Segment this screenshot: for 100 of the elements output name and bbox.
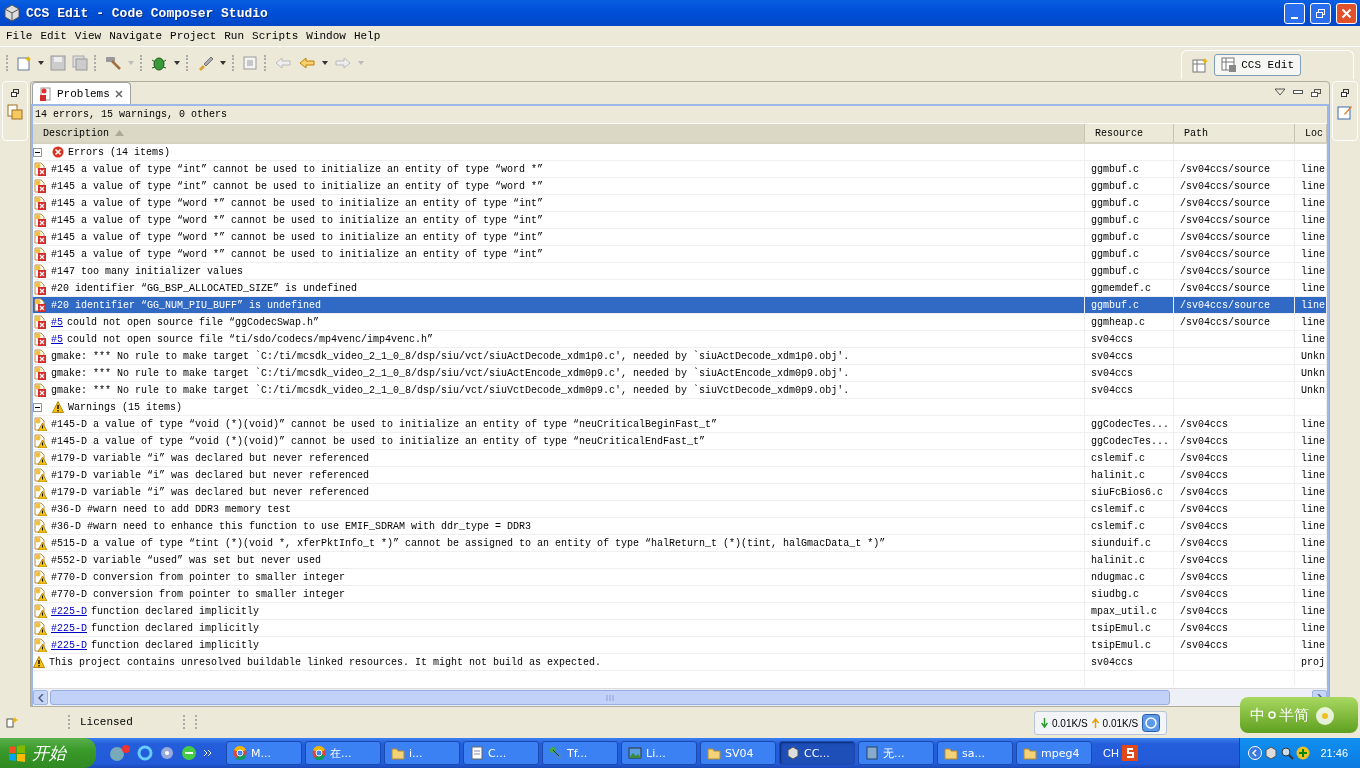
- taskbar-button[interactable]: Li...: [621, 741, 697, 765]
- problem-row[interactable]: #145-D a value of type “void (*)(void)” cannot be used to initialize an entity of type “neuCriticalEndFast_t” ggCodecTes... /sv04ccs line: [33, 433, 1327, 450]
- problem-row[interactable]: #225-D function declared implicitly tsipEmul.c /sv04ccs line: [33, 620, 1327, 637]
- more-icon[interactable]: [203, 748, 213, 758]
- globe-icon[interactable]: [1142, 714, 1161, 732]
- dropdown-icon[interactable]: [38, 61, 44, 65]
- problem-row[interactable]: #147 too many initializer values ggmbuf.c /sv04ccs/source line: [33, 263, 1327, 280]
- problem-row[interactable]: #225-D function declared implicitly tsipEmul.c /sv04ccs line: [33, 637, 1327, 654]
- download-arrow-icon: [1041, 718, 1048, 728]
- restore-icon[interactable]: [10, 88, 20, 98]
- menu-item[interactable]: Scripts: [248, 30, 303, 42]
- problem-row[interactable]: #145 a value of type “int” cannot be used to initialize an entity of type “word *” ggmbuf.c /sv04ccs/source line: [33, 161, 1327, 178]
- taskbar-button[interactable]: mpeg4: [1016, 741, 1092, 765]
- perspective-button[interactable]: CCS Edit: [1214, 54, 1301, 76]
- column-header[interactable]: Description: [33, 124, 1085, 142]
- problem-row[interactable]: #20 identifier “GG_NUM_PIU_BUFF” is undefined ggmbuf.c /sv04ccs/source line: [33, 297, 1327, 314]
- problem-row[interactable]: #179-D variable “i” was declared but never referenced cslemif.c /sv04ccs line: [33, 450, 1327, 467]
- status-text: Licensed: [80, 716, 133, 728]
- problem-row[interactable]: #770-D conversion from pointer to smaller integer ndugmac.c /sv04ccs line: [33, 569, 1327, 586]
- taskbar-button[interactable]: 无...: [858, 741, 934, 765]
- view-menu-icon[interactable]: [1275, 88, 1285, 96]
- taskbar-button[interactable]: sa...: [937, 741, 1013, 765]
- ime-logo-icon[interactable]: [1121, 745, 1138, 761]
- problem-row[interactable]: #552-D variable “used” was set but never used halinit.c /sv04ccs line: [33, 552, 1327, 569]
- horizontal-scrollbar[interactable]: [33, 688, 1327, 706]
- taskbar-button[interactable]: CC...: [779, 741, 855, 765]
- menu-item[interactable]: Project: [166, 30, 221, 42]
- problem-row[interactable]: gmake: *** No rule to make target `C:/ti/mcsdk_video_2_1_0_8/dsp/siu/vct/siuActDecode_xdm1p0.c', needed by `siuActDecode_xdm1p0.obj'. sv04ccs Unkn: [33, 348, 1327, 365]
- restore-icon[interactable]: [1340, 88, 1350, 98]
- problem-row[interactable]: #5 could not open source file “ggCodecSwap.h” ggmheap.c /sv04ccs/source line: [33, 314, 1327, 331]
- group-label[interactable]: Warnings (15 items): [68, 401, 183, 413]
- problem-row[interactable]: #145 a value of type “word *” cannot be used to initialize an entity of type “int” ggmbuf.c /sv04ccs/source line: [33, 229, 1327, 246]
- taskbar-button[interactable]: Tf...: [542, 741, 618, 765]
- problem-row[interactable]: #145 a value of type “word *” cannot be used to initialize an entity of type “int” ggmbuf.c /sv04ccs/source line: [33, 246, 1327, 263]
- start-button[interactable]: 开始: [0, 738, 96, 768]
- menu-item[interactable]: Help: [349, 30, 385, 42]
- menu-item[interactable]: View: [70, 30, 106, 42]
- problem-row[interactable]: #145-D a value of type “void (*)(void)” cannot be used to initialize an entity of type “neuCriticalBeginFast_t” ggCodecTes... /sv04ccs line: [33, 416, 1327, 433]
- menu-item[interactable]: Edit: [36, 30, 71, 42]
- problem-row[interactable]: This project contains unresolved buildable linked resources. It might not build as expected. sv04ccs proj: [33, 654, 1327, 671]
- maximize-icon[interactable]: [1311, 88, 1321, 98]
- error-code-link[interactable]: #225-D: [51, 605, 87, 617]
- cube-icon[interactable]: [1264, 746, 1279, 760]
- upload-speed: 0.01K/S: [1102, 717, 1139, 729]
- dropdown-icon[interactable]: [174, 61, 180, 65]
- problem-row[interactable]: #145 a value of type “int” cannot be used to initialize an entity of type “word *” ggmbuf.c /sv04ccs/source line: [33, 178, 1327, 195]
- upload-arrow-icon: [1091, 718, 1099, 728]
- error-code-link[interactable]: #5: [51, 333, 63, 345]
- error-code-link[interactable]: #225-D: [51, 622, 87, 634]
- problem-row[interactable]: #5 could not open source file “ti/sdo/codecs/mp4venc/imp4venc.h” sv04ccs line: [33, 331, 1327, 348]
- problem-row[interactable]: #145 a value of type “word *” cannot be used to initialize an entity of type “int” ggmbuf.c /sv04ccs/source line: [33, 195, 1327, 212]
- minimize-button[interactable]: [1284, 2, 1305, 24]
- dropdown-icon[interactable]: [220, 61, 226, 65]
- sort-ascending-icon: [115, 130, 124, 136]
- hammer-icon[interactable]: [104, 55, 122, 71]
- problem-row[interactable]: #179-D variable “i” was declared but never referenced siuFcBios6.c /sv04ccs line: [33, 484, 1327, 501]
- collapse-toggle[interactable]: [33, 402, 42, 412]
- taskbar-button[interactable]: i...: [384, 741, 460, 765]
- problem-row[interactable]: gmake: *** No rule to make target `C:/ti/mcsdk_video_2_1_0_8/dsp/siu/vct/siuActEncode_xdm0p9.c', needed by `siuActEncode_xdm0p9.obj'. sv04ccs Unkn: [33, 365, 1327, 382]
- project-explorer-icon[interactable]: [7, 104, 23, 120]
- group-label[interactable]: Errors (14 items): [68, 146, 171, 158]
- column-header[interactable]: Path: [1174, 124, 1295, 142]
- problem-row[interactable]: #179-D variable “i” was declared but never referenced halinit.c /sv04ccs line: [33, 467, 1327, 484]
- taskbar-button[interactable]: SV04: [700, 741, 776, 765]
- taskbar-button[interactable]: M...: [226, 741, 302, 765]
- location-cell: line: [1301, 554, 1325, 566]
- collapse-toggle[interactable]: [33, 147, 42, 157]
- language-indicator[interactable]: CH: [1103, 747, 1119, 759]
- problem-row[interactable]: #145 a value of type “word *” cannot be used to initialize an entity of type “int” ggmbuf.c /sv04ccs/source line: [33, 212, 1327, 229]
- magnifier-icon[interactable]: [1280, 746, 1295, 760]
- column-header[interactable]: Loc: [1295, 124, 1327, 142]
- problem-row[interactable]: #36-D #warn need to enhance this function to use EMIF_SDRAM with ddr_type = DDR3 cslemif.c /sv04ccs line: [33, 518, 1327, 535]
- menu-item[interactable]: File: [2, 30, 37, 42]
- menu-item[interactable]: Window: [302, 30, 350, 42]
- problem-row[interactable]: #770-D conversion from pointer to smaller integer siudbg.c /sv04ccs line: [33, 586, 1327, 603]
- open-perspective-icon[interactable]: [1192, 57, 1209, 73]
- error-code-link[interactable]: #5: [51, 316, 63, 328]
- menu-item[interactable]: Navigate: [105, 30, 167, 42]
- menu-item[interactable]: Run: [220, 30, 249, 42]
- taskbar-button[interactable]: 在...: [305, 741, 381, 765]
- restore-button[interactable]: [1310, 2, 1331, 24]
- path-cell: /sv04ccs: [1180, 452, 1228, 464]
- close-icon[interactable]: [113, 88, 124, 99]
- path-cell: /sv04ccs: [1180, 639, 1228, 651]
- problem-row[interactable]: #225-D function declared implicitly mpax_util.c /sv04ccs line: [33, 603, 1327, 620]
- problems-tab[interactable]: Problems: [32, 82, 131, 104]
- column-header[interactable]: Resource: [1085, 124, 1174, 142]
- close-button[interactable]: [1336, 2, 1357, 24]
- dropdown-icon[interactable]: [322, 61, 328, 65]
- minimize-icon[interactable]: [1293, 88, 1303, 96]
- problem-row[interactable]: #36-D #warn need to add DDR3 memory test cslemif.c /sv04ccs line: [33, 501, 1327, 518]
- error-code-link[interactable]: #225-D: [51, 639, 87, 651]
- problem-description: #145-D a value of type “void (*)(void)” cannot be used to initialize an entity of type “neuCriticalBeginFast_t”: [51, 418, 718, 430]
- problem-row[interactable]: gmake: *** No rule to make target `C:/ti/mcsdk_video_2_1_0_8/dsp/siu/vct/siuVctDecode_xdm0p9.c', needed by `siuVctDecode_xdm0p9.obj'. sv04ccs Unkn: [33, 382, 1327, 399]
- fast-view-icon[interactable]: [6, 716, 18, 728]
- taskbar-button[interactable]: C...: [463, 741, 539, 765]
- resource-cell: ggmbuf.c: [1091, 180, 1139, 192]
- bug-icon[interactable]: [150, 55, 168, 71]
- problem-row[interactable]: #515-D a value of type “tint (*)(void *, xferPktInfo_t *)” cannot be assigned to an entity of type “halReturn_t (*)(tint, halGmacData_t *)” siunduif.c /sv04ccs line: [33, 535, 1327, 552]
- outline-icon[interactable]: [1337, 104, 1353, 120]
